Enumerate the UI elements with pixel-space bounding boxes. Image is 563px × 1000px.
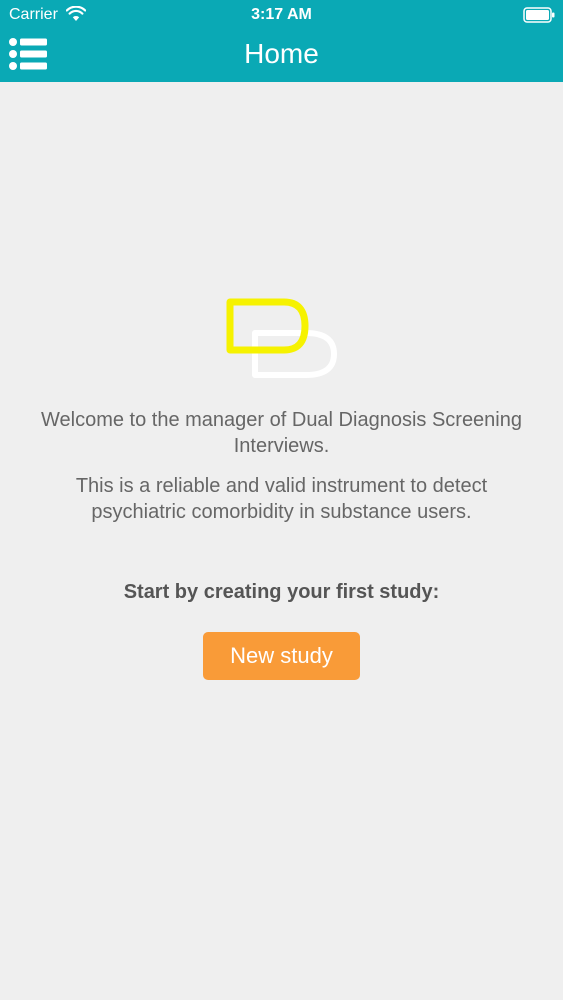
welcome-text: Welcome to the manager of Dual Diagnosis…	[41, 409, 522, 457]
status-time: 3:17 AM	[251, 6, 312, 23]
battery-icon	[523, 7, 555, 23]
new-study-button[interactable]: New study	[203, 632, 360, 680]
dual-diagnosis-logo	[226, 298, 337, 378]
description-text: This is a reliable and valid instrument …	[75, 475, 488, 523]
top-bar: Carrier 3:17 AM Home	[0, 0, 563, 82]
status-bar: Carrier 3:17 AM	[0, 0, 563, 30]
page-title: Home	[244, 38, 319, 69]
create-study-prompt: Start by creating your first study:	[123, 581, 440, 603]
